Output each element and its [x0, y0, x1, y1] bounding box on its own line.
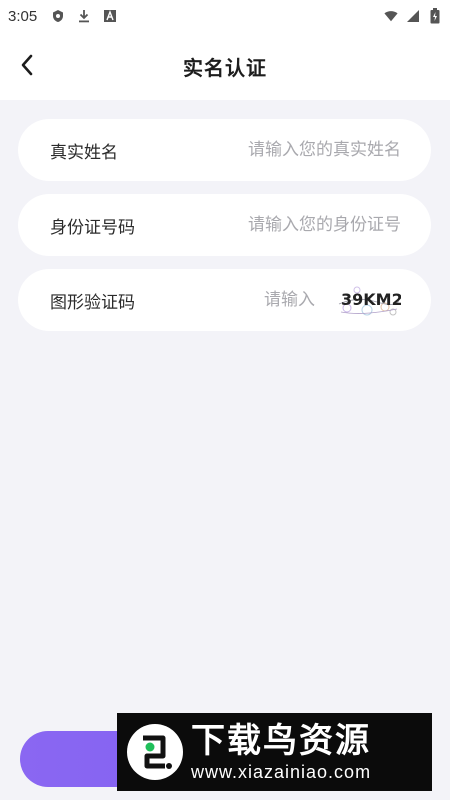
status-time: 3:05 — [8, 7, 38, 25]
download-icon — [77, 9, 91, 23]
captcha-input[interactable] — [225, 290, 315, 310]
watermark-text: 下载鸟资源 www.xiazainiao.com — [191, 721, 371, 783]
captcha-text: 39KM2 — [341, 290, 401, 309]
shield-app-icon — [51, 9, 65, 23]
captcha-row: 图形验证码 39KM2 — [18, 269, 431, 331]
watermark-title: 下载鸟资源 — [191, 721, 371, 761]
status-bar: 3:05 — [0, 0, 450, 32]
captcha-image[interactable]: 39KM2 — [337, 282, 401, 318]
id-number-row: 身份证号码 — [18, 194, 431, 256]
captcha-label: 图形验证码 — [50, 292, 135, 313]
id-number-input[interactable] — [170, 215, 401, 235]
wifi-icon — [384, 9, 398, 23]
real-name-input[interactable] — [170, 140, 401, 160]
status-system-icons — [384, 8, 442, 24]
real-name-label: 真实姓名 — [50, 142, 118, 163]
page-title: 实名认证 — [183, 55, 267, 80]
battery-icon — [428, 8, 442, 24]
bird-logo-icon — [127, 724, 183, 780]
real-name-row: 真实姓名 — [18, 119, 431, 181]
chevron-left-icon — [21, 54, 33, 76]
watermark-overlay: 下载鸟资源 www.xiazainiao.com — [117, 713, 432, 791]
watermark-url: www.xiazainiao.com — [191, 762, 372, 782]
id-number-label: 身份证号码 — [50, 217, 135, 238]
status-notification-icons — [51, 9, 117, 23]
app-header: 实名认证 — [0, 32, 450, 100]
signal-icon — [406, 9, 420, 23]
font-app-icon — [103, 9, 117, 23]
back-button[interactable] — [14, 50, 40, 80]
